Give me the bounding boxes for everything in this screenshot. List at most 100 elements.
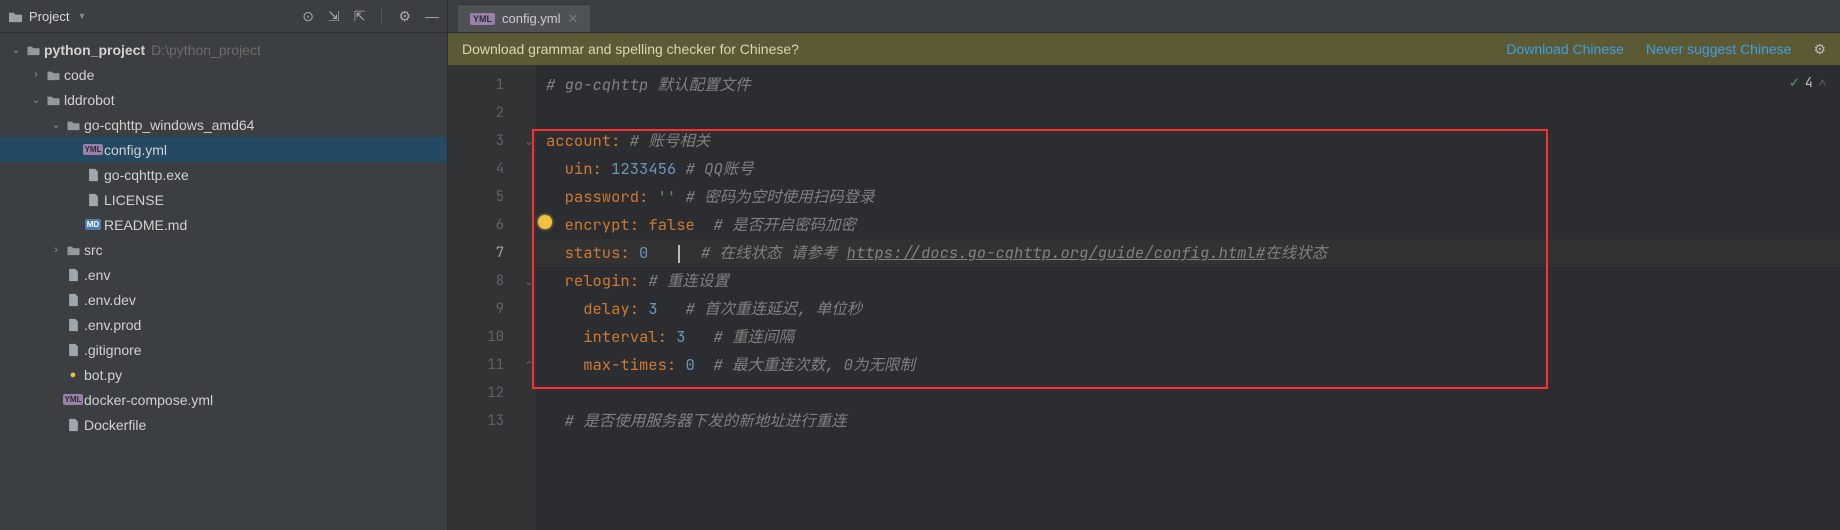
tree-item-label: LICENSE <box>104 192 164 208</box>
inspections-widget[interactable]: ✓ 4 ˄ <box>1790 72 1826 92</box>
tree-item-label: .env.prod <box>84 317 141 333</box>
tree-item[interactable]: LICENSE <box>0 187 447 212</box>
yaml-key: relogin <box>565 270 630 291</box>
yaml-value: 1233456 <box>611 158 676 179</box>
tree-item[interactable]: YMLdocker-compose.yml <box>0 387 447 412</box>
text-cursor <box>678 245 680 263</box>
tree-root[interactable]: ⌄ python_project D:\python_project <box>0 37 447 62</box>
chevron-up-icon[interactable]: ˄ <box>1819 74 1826 91</box>
tree-item-label: config.yml <box>104 142 167 158</box>
chevron-down-icon: ▾ <box>79 11 84 22</box>
file-icon <box>84 168 102 182</box>
yaml-value: 3 <box>676 326 685 347</box>
tree-item[interactable]: .env.dev <box>0 287 447 312</box>
comment: # 重连设置 <box>648 270 729 291</box>
code-editor[interactable]: 1234 5678 910111213 ⌄ ⌄ ⌃ # go-cqhttp 默认… <box>448 65 1840 530</box>
yaml-value: false <box>648 214 695 235</box>
yaml-value: 0 <box>639 242 648 263</box>
tree-item[interactable]: Dockerfile <box>0 412 447 437</box>
comment: # 在线状态 请参考 <box>701 242 847 263</box>
tab-label: config.yml <box>502 11 561 26</box>
yaml-value: 3 <box>648 298 657 319</box>
project-view-selector[interactable]: Project ▾ <box>8 9 85 24</box>
root-path: D:\python_project <box>151 42 261 58</box>
tree-item-label: lddrobot <box>64 92 115 108</box>
yaml-key: interval <box>583 326 657 347</box>
comment: # 最大重连次数, 0为无限制 <box>713 354 915 375</box>
file-icon <box>64 268 82 282</box>
comment: # 密码为空时使用扫码登录 <box>686 186 875 207</box>
tree-item[interactable]: YMLconfig.yml <box>0 137 447 162</box>
tree-item[interactable]: .gitignore <box>0 337 447 362</box>
folder-icon <box>44 94 62 106</box>
yaml-key: encrypt <box>565 214 630 235</box>
yaml-key: account <box>546 130 611 151</box>
gear-icon[interactable]: ⚙ <box>1813 41 1826 58</box>
locate-icon[interactable]: ⊙ <box>302 8 314 25</box>
yaml-key: delay <box>583 298 630 319</box>
chevron-icon[interactable]: ⌄ <box>8 43 24 56</box>
file-icon <box>64 418 82 432</box>
yaml-key: status <box>565 242 621 263</box>
tree-item-label: README.md <box>104 217 187 233</box>
editor-tab[interactable]: YML config.yml ✕ <box>458 4 590 32</box>
chevron-icon[interactable]: › <box>28 69 44 81</box>
chevron-icon[interactable]: ⌄ <box>28 93 44 106</box>
expand-all-icon[interactable]: ⇲ <box>328 8 340 25</box>
collapse-all-icon[interactable]: ⇱ <box>354 8 366 25</box>
project-tree[interactable]: ⌄ python_project D:\python_project › code… <box>0 33 447 530</box>
fold-strip[interactable]: ⌄ ⌄ ⌃ <box>522 65 536 530</box>
tree-item[interactable]: .env.prod <box>0 312 447 337</box>
tree-item[interactable]: › src <box>0 237 447 262</box>
root-label: python_project <box>44 42 145 58</box>
tree-item-label: src <box>84 242 103 258</box>
tree-item[interactable]: ●bot.py <box>0 362 447 387</box>
yaml-file-icon: YML <box>84 144 102 155</box>
tree-item-label: code <box>64 67 94 83</box>
banner-message: Download grammar and spelling checker fo… <box>462 41 799 57</box>
comment: 在线状态 <box>1265 242 1327 263</box>
tree-item-label: Dockerfile <box>84 417 146 433</box>
python-file-icon: ● <box>64 369 82 381</box>
folder-icon <box>8 10 23 23</box>
banner-actions: Download Chinese Never suggest Chinese ⚙ <box>1506 41 1826 58</box>
comment: # 首次重连延迟, 单位秒 <box>686 298 863 319</box>
link[interactable]: https://docs.go-cqhttp.org/guide/config.… <box>847 242 1266 263</box>
never-suggest-link[interactable]: Never suggest Chinese <box>1646 41 1792 57</box>
tree-item[interactable]: ⌄ lddrobot <box>0 87 447 112</box>
tree-item[interactable]: .env <box>0 262 447 287</box>
file-icon <box>84 193 102 207</box>
comment: # go-cqhttp 默认配置文件 <box>546 74 751 95</box>
chevron-icon[interactable]: ⌄ <box>48 118 64 131</box>
file-icon <box>64 293 82 307</box>
code-content[interactable]: # go-cqhttp 默认配置文件 account: # 账号相关 uin: … <box>536 65 1840 530</box>
tree-item[interactable]: go-cqhttp.exe <box>0 162 447 187</box>
gear-icon[interactable]: ⚙ <box>398 8 411 25</box>
editor-area: YML config.yml ✕ Download grammar and sp… <box>448 0 1840 530</box>
hide-icon[interactable]: — <box>425 8 439 24</box>
yaml-file-icon: YML <box>64 394 82 405</box>
project-title: Project <box>29 9 69 24</box>
folder-icon <box>64 119 82 131</box>
project-header: Project ▾ ⊙ ⇲ ⇱ ⚙ — <box>0 0 447 33</box>
tree-item[interactable]: ⌄go-cqhttp_windows_amd64 <box>0 112 447 137</box>
comment: # 是否使用服务器下发的新地址进行重连 <box>565 410 847 431</box>
separator <box>381 8 382 25</box>
yaml-key: max-times <box>583 354 667 375</box>
file-icon <box>64 343 82 357</box>
tree-item-label: .env <box>84 267 110 283</box>
yaml-value: '' <box>658 186 677 207</box>
folder-icon <box>24 44 42 56</box>
gutter[interactable]: 1234 5678 910111213 <box>448 65 522 530</box>
close-icon[interactable]: ✕ <box>568 11 579 27</box>
tree-item[interactable]: › code <box>0 62 447 87</box>
editor-tabs: YML config.yml ✕ <box>448 0 1840 33</box>
chevron-icon[interactable]: › <box>48 244 64 256</box>
download-link[interactable]: Download Chinese <box>1506 41 1624 57</box>
intention-bulb-icon[interactable] <box>538 215 552 229</box>
inspection-count: 4 <box>1805 74 1813 91</box>
tree-item-label: bot.py <box>84 367 122 383</box>
project-tools: ⊙ ⇲ ⇱ ⚙ — <box>302 8 439 25</box>
project-tool-window: Project ▾ ⊙ ⇲ ⇱ ⚙ — ⌄ python_project D:\… <box>0 0 448 530</box>
tree-item[interactable]: MDREADME.md <box>0 212 447 237</box>
